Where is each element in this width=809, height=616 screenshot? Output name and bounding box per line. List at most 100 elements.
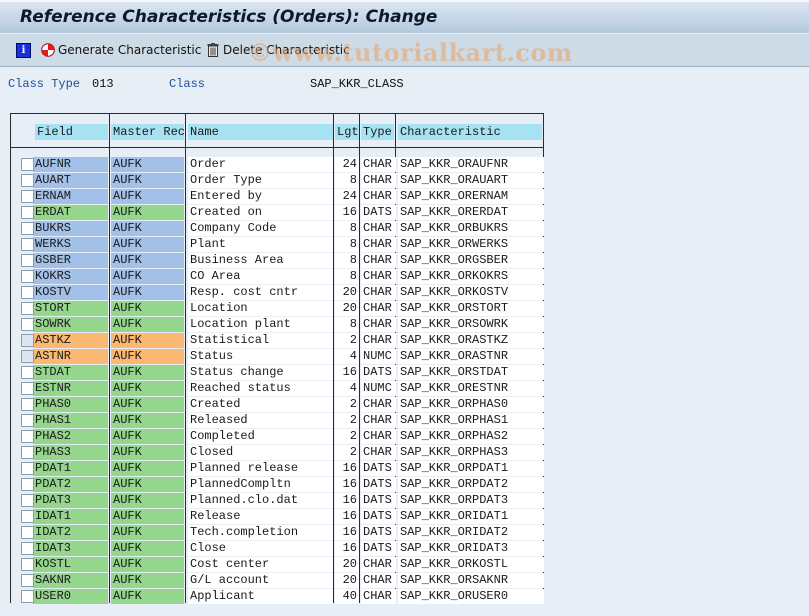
table-row[interactable]: ASTNR AUFK Status 4 NUMC SAP_KKR_ORASTNR bbox=[11, 349, 545, 365]
row-select-checkbox[interactable] bbox=[21, 446, 34, 459]
row-select-checkbox[interactable] bbox=[21, 526, 34, 539]
field-cell[interactable]: IDAT1 bbox=[33, 509, 108, 524]
row-select-checkbox[interactable] bbox=[21, 510, 34, 523]
column-header-name[interactable]: Name bbox=[188, 124, 333, 140]
table-row[interactable]: IDAT3 AUFK Close 16 DATS SAP_KKR_ORIDAT3 bbox=[11, 541, 545, 557]
delete-characteristic-button[interactable]: Delete Characteristic bbox=[207, 41, 350, 59]
class-value: SAP_KKR_CLASS bbox=[310, 77, 404, 91]
field-cell[interactable]: PDAT3 bbox=[33, 493, 108, 508]
row-select-checkbox[interactable] bbox=[21, 558, 34, 571]
field-cell[interactable]: IDAT3 bbox=[33, 541, 108, 556]
row-select-checkbox[interactable] bbox=[21, 238, 34, 251]
table-row[interactable]: STDAT AUFK Status change 16 DATS SAP_KKR_ORST… bbox=[11, 365, 545, 381]
field-cell[interactable]: ESTNR bbox=[33, 381, 108, 396]
row-select-checkbox[interactable] bbox=[21, 318, 34, 331]
row-select-checkbox[interactable] bbox=[21, 574, 34, 587]
name-cell: Tech.completion bbox=[188, 525, 333, 540]
field-cell[interactable]: IDAT2 bbox=[33, 525, 108, 540]
table-row[interactable]: ERNAM AUFK Entered by 24 CHAR SAP_KKR_ORERNAM bbox=[11, 189, 545, 205]
table-row[interactable]: KOSTV AUFK Resp. cost cntr 20 CHAR SAP_KKR_OR… bbox=[11, 285, 545, 301]
table-row[interactable]: PHAS3 AUFK Closed 2 CHAR SAP_KKR_ORPHAS3 bbox=[11, 445, 545, 461]
table-row[interactable]: BUKRS AUFK Company Code 8 CHAR SAP_KKR_ORBUKR… bbox=[11, 221, 545, 237]
master-rec-cell: AUFK bbox=[111, 397, 184, 412]
column-header-master-rec[interactable]: Master Rec bbox=[111, 124, 184, 140]
field-cell[interactable]: STORT bbox=[33, 301, 108, 316]
row-select-checkbox[interactable] bbox=[21, 222, 34, 235]
row-select-checkbox[interactable] bbox=[21, 542, 34, 555]
field-cell[interactable]: GSBER bbox=[33, 253, 108, 268]
table-row[interactable]: KOSTL AUFK Cost center 20 CHAR SAP_KKR_ORKOST… bbox=[11, 557, 545, 573]
field-cell[interactable]: AUFNR bbox=[33, 157, 108, 172]
table-row[interactable]: USER0 AUFK Applicant 40 CHAR SAP_KKR_ORUSER0 bbox=[11, 589, 545, 605]
field-cell[interactable]: USER0 bbox=[33, 589, 108, 604]
row-select-checkbox[interactable] bbox=[21, 414, 34, 427]
field-cell[interactable]: PDAT1 bbox=[33, 461, 108, 476]
info-button[interactable]: i bbox=[16, 41, 31, 59]
column-header-characteristic[interactable]: Characteristic bbox=[398, 124, 542, 140]
table-row[interactable]: PDAT1 AUFK Planned release 16 DATS SAP_KKR_OR… bbox=[11, 461, 545, 477]
table-row[interactable]: PHAS0 AUFK Created 2 CHAR SAP_KKR_ORPHAS0 bbox=[11, 397, 545, 413]
column-header-lgt[interactable]: Lgt bbox=[335, 124, 359, 140]
field-cell[interactable]: ERNAM bbox=[33, 189, 108, 204]
table-row[interactable]: IDAT1 AUFK Release 16 DATS SAP_KKR_ORIDAT1 bbox=[11, 509, 545, 525]
table-row[interactable]: ESTNR AUFK Reached status 4 NUMC SAP_KKR_ORES… bbox=[11, 381, 545, 397]
field-cell[interactable]: WERKS bbox=[33, 237, 108, 252]
table-row[interactable]: ASTKZ AUFK Statistical 2 CHAR SAP_KKR_ORASTKZ bbox=[11, 333, 545, 349]
row-select-checkbox[interactable] bbox=[21, 254, 34, 267]
row-select-checkbox[interactable] bbox=[21, 302, 34, 315]
table-row[interactable]: STORT AUFK Location 20 CHAR SAP_KKR_ORSTORT bbox=[11, 301, 545, 317]
table-row[interactable]: PHAS2 AUFK Completed 2 CHAR SAP_KKR_ORPHAS2 bbox=[11, 429, 545, 445]
field-cell[interactable]: ASTKZ bbox=[33, 333, 108, 348]
field-cell[interactable]: PDAT2 bbox=[33, 477, 108, 492]
field-cell[interactable]: ASTNR bbox=[33, 349, 108, 364]
row-select-checkbox[interactable] bbox=[21, 398, 34, 411]
field-cell[interactable]: KOSTL bbox=[33, 557, 108, 572]
table-row[interactable]: GSBER AUFK Business Area 8 CHAR SAP_KKR_ORGSB… bbox=[11, 253, 545, 269]
master-rec-cell: AUFK bbox=[111, 589, 184, 604]
characteristic-cell: SAP_KKR_ORASTKZ bbox=[398, 333, 544, 348]
row-select-checkbox[interactable] bbox=[21, 270, 34, 283]
field-cell[interactable]: SAKNR bbox=[33, 573, 108, 588]
table-row[interactable]: KOKRS AUFK CO Area 8 CHAR SAP_KKR_ORKOKRS bbox=[11, 269, 545, 285]
field-cell[interactable]: PHAS2 bbox=[33, 429, 108, 444]
row-select-checkbox[interactable] bbox=[21, 286, 34, 299]
field-cell[interactable]: AUART bbox=[33, 173, 108, 188]
table-row[interactable]: IDAT2 AUFK Tech.completion 16 DATS SAP_KKR_OR… bbox=[11, 525, 545, 541]
row-select-checkbox[interactable] bbox=[21, 206, 34, 219]
row-select-checkbox[interactable] bbox=[21, 350, 34, 363]
table-row[interactable]: PHAS1 AUFK Released 2 CHAR SAP_KKR_ORPHAS1 bbox=[11, 413, 545, 429]
row-select-checkbox[interactable] bbox=[21, 158, 34, 171]
table-row[interactable]: SOWRK AUFK Location plant 8 CHAR SAP_KKR_ORSO… bbox=[11, 317, 545, 333]
table-row[interactable]: PDAT2 AUFK PlannedCompltn 16 DATS SAP_KKR_ORP… bbox=[11, 477, 545, 493]
row-select-checkbox[interactable] bbox=[21, 494, 34, 507]
table-row[interactable]: SAKNR AUFK G/L account 20 CHAR SAP_KKR_ORSAKN… bbox=[11, 573, 545, 589]
row-select-checkbox[interactable] bbox=[21, 462, 34, 475]
row-select-checkbox[interactable] bbox=[21, 190, 34, 203]
field-cell[interactable]: SOWRK bbox=[33, 317, 108, 332]
row-select-checkbox[interactable] bbox=[21, 590, 34, 603]
field-cell[interactable]: ERDAT bbox=[33, 205, 108, 220]
row-select-checkbox[interactable] bbox=[21, 382, 34, 395]
type-cell: DATS bbox=[361, 477, 396, 492]
table-row[interactable]: AUFNR AUFK Order 24 CHAR SAP_KKR_ORAUFNR bbox=[11, 157, 545, 173]
row-select-checkbox[interactable] bbox=[21, 174, 34, 187]
field-cell[interactable]: STDAT bbox=[33, 365, 108, 380]
field-cell[interactable]: PHAS0 bbox=[33, 397, 108, 412]
field-cell[interactable]: BUKRS bbox=[33, 221, 108, 236]
row-select-checkbox[interactable] bbox=[21, 478, 34, 491]
row-select-checkbox[interactable] bbox=[21, 366, 34, 379]
field-cell[interactable]: PHAS3 bbox=[33, 445, 108, 460]
field-cell[interactable]: KOSTV bbox=[33, 285, 108, 300]
table-row[interactable]: WERKS AUFK Plant 8 CHAR SAP_KKR_ORWERKS bbox=[11, 237, 545, 253]
length-cell: 2 bbox=[335, 333, 359, 348]
field-cell[interactable]: PHAS1 bbox=[33, 413, 108, 428]
generate-characteristic-button[interactable]: Generate Characteristic bbox=[41, 41, 201, 59]
column-header-type[interactable]: Type bbox=[361, 124, 394, 140]
table-row[interactable]: ERDAT AUFK Created on 16 DATS SAP_KKR_ORERDAT bbox=[11, 205, 545, 221]
table-row[interactable]: AUART AUFK Order Type 8 CHAR SAP_KKR_ORAUART bbox=[11, 173, 545, 189]
table-row[interactable]: PDAT3 AUFK Planned.clo.dat 16 DATS SAP_KKR_OR… bbox=[11, 493, 545, 509]
field-cell[interactable]: KOKRS bbox=[33, 269, 108, 284]
row-select-checkbox[interactable] bbox=[21, 334, 34, 347]
column-header-field[interactable]: Field bbox=[35, 124, 108, 140]
row-select-checkbox[interactable] bbox=[21, 430, 34, 443]
